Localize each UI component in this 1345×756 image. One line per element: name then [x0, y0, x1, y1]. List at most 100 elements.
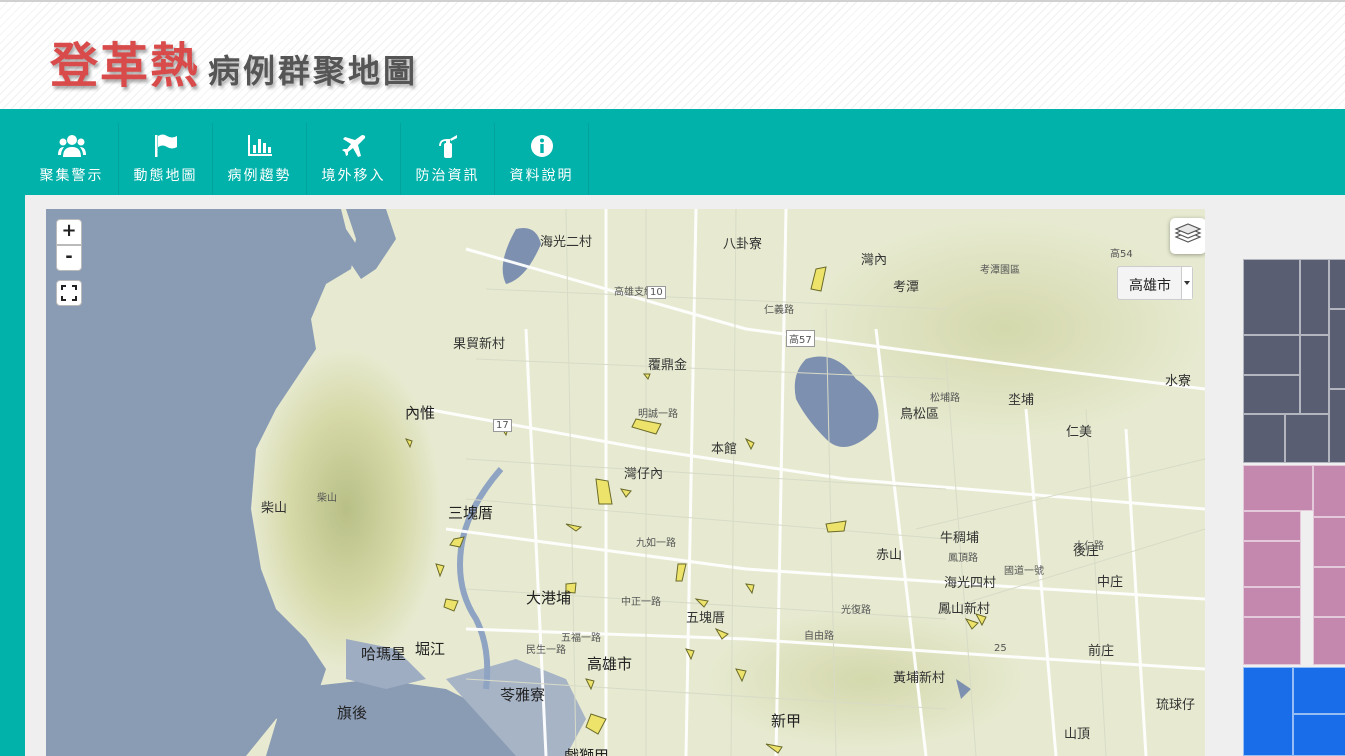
map-label: 戲獅甲	[564, 747, 610, 756]
main-navbar: 聚集警示 動態地圖 病例趨勢 境外移入 防治資訊 資料說明	[0, 109, 1345, 195]
nav-item-dynamic-map[interactable]: 動態地圖	[119, 123, 213, 195]
map-label: 內惟	[405, 404, 436, 422]
treemap-cell[interactable]	[1243, 375, 1300, 414]
info-icon	[530, 135, 553, 157]
treemap-cell[interactable]	[1243, 511, 1301, 541]
map-label: 新甲	[771, 712, 802, 730]
zoom-out-button[interactable]: -	[56, 245, 82, 271]
site-logo[interactable]: 登革熱 病例群聚地圖	[50, 26, 418, 96]
treemap-cell[interactable]	[1313, 517, 1345, 567]
street-label: 鳳頂路	[948, 553, 978, 564]
map-label: 中庄	[1097, 575, 1124, 590]
flag-icon	[154, 134, 177, 157]
nav-item-label: 聚集警示	[39, 168, 104, 184]
treemap-cell[interactable]	[1293, 714, 1345, 756]
treemap-cell[interactable]	[1329, 259, 1345, 309]
street-label: 國道一號	[1004, 566, 1044, 577]
treemap-cell[interactable]	[1243, 587, 1301, 617]
map-label: 赤山	[876, 548, 903, 563]
street-label: 光復路	[841, 605, 871, 616]
treemap-cell[interactable]	[1329, 389, 1345, 463]
map-label: 考潭	[893, 280, 920, 295]
nav-item-label: 動態地圖	[133, 168, 198, 184]
map-label: 大港埔	[526, 589, 572, 607]
street-label: 民生一路	[526, 645, 566, 656]
header-banner: 登革熱 病例群聚地圖	[0, 2, 1345, 109]
map-label: 八卦寮	[723, 237, 763, 252]
treemap-cell[interactable]	[1243, 335, 1300, 375]
treemap-cell[interactable]	[1313, 617, 1345, 665]
cluster-map[interactable]: 海光二村 八卦寮 灣內 考潭 果貿新村 覆鼎金 內惟 本館 鳥松區 坔埔 仁美 …	[46, 209, 1205, 756]
map-label: 堀江	[415, 640, 446, 658]
map-label: 三塊厝	[448, 504, 494, 522]
plane-icon	[341, 135, 365, 157]
treemap-cell[interactable]	[1243, 617, 1301, 665]
street-label: 九如一路	[636, 538, 676, 549]
zoom-in-button[interactable]: +	[56, 219, 82, 245]
treemap-cell[interactable]	[1243, 259, 1300, 335]
road-number: 高57	[786, 330, 815, 347]
map-label: 果貿新村	[453, 337, 506, 352]
treemap-cell[interactable]	[1293, 667, 1345, 714]
map-label: 海光四村	[944, 576, 997, 591]
fire-extinguisher-icon	[438, 135, 457, 158]
chevron-down-icon	[1181, 267, 1192, 299]
map-label: 鳳山新村	[938, 602, 991, 617]
nav-item-label: 病例趨勢	[227, 168, 292, 184]
street-label: 五福一路	[561, 633, 601, 644]
street-label: 考潭園區	[980, 265, 1020, 276]
map-label: 五塊厝	[686, 611, 726, 626]
treemap-cell[interactable]	[1313, 567, 1345, 617]
map-label: 琉球仔	[1156, 698, 1196, 713]
logo-title-main: 登革熱	[50, 38, 201, 94]
nav-item-label: 防治資訊	[415, 168, 480, 184]
map-label: 覆鼎金	[648, 358, 688, 373]
nav-item-data-description[interactable]: 資料說明	[495, 123, 589, 195]
fullscreen-icon	[61, 285, 77, 301]
treemap-cell[interactable]	[1243, 414, 1285, 463]
case-treemap[interactable]	[1243, 259, 1345, 756]
treemap-cell[interactable]	[1243, 541, 1301, 587]
users-icon	[57, 135, 86, 157]
map-label: 坔埔	[1008, 393, 1035, 408]
map-label: 鳥松區	[900, 407, 940, 422]
logo-title-sub: 病例群聚地圖	[208, 52, 419, 90]
nav-item-imported-cases[interactable]: 境外移入	[307, 123, 401, 195]
road-number: 17	[493, 419, 512, 432]
nav-item-cluster-alert[interactable]: 聚集警示	[25, 123, 119, 195]
treemap-cell[interactable]	[1243, 667, 1293, 756]
map-label: 柴山	[317, 493, 337, 504]
map-label: 牛稠埔	[940, 531, 980, 546]
map-label: 高雄市	[587, 655, 633, 673]
nav-menu: 聚集警示 動態地圖 病例趨勢 境外移入 防治資訊 資料說明	[25, 123, 589, 195]
layers-icon	[1174, 223, 1202, 243]
left-accent-band	[0, 195, 25, 756]
treemap-cell[interactable]	[1300, 335, 1329, 414]
map-label: 旗後	[337, 704, 368, 722]
treemap-cell[interactable]	[1243, 465, 1313, 511]
bar-chart-icon	[247, 135, 272, 156]
nav-item-label: 境外移入	[321, 168, 386, 184]
map-label: 山頂	[1064, 727, 1091, 742]
map-label: 灣仔內	[624, 467, 664, 482]
treemap-cell[interactable]	[1313, 465, 1345, 517]
map-label: 黃埔新村	[893, 671, 946, 686]
map-label: 哈瑪星	[361, 645, 407, 663]
street-label: 自由路	[804, 631, 834, 642]
nav-item-prevention-info[interactable]: 防治資訊	[401, 123, 495, 195]
street-label: 仁義路	[764, 305, 794, 316]
treemap-cell[interactable]	[1300, 259, 1329, 335]
treemap-cell[interactable]	[1329, 309, 1345, 389]
road-number: 10	[647, 286, 666, 299]
treemap-cell[interactable]	[1285, 414, 1329, 463]
nav-item-label: 資料說明	[509, 168, 574, 184]
nav-item-case-trend[interactable]: 病例趨勢	[213, 123, 307, 195]
map-label: 海光二村	[540, 235, 593, 250]
map-label: 柴山	[261, 501, 288, 516]
city-select[interactable]: 高雄市	[1117, 266, 1193, 300]
road-number: 25	[994, 643, 1007, 654]
map-label: 仁美	[1066, 425, 1093, 440]
layer-switcher-button[interactable]	[1170, 218, 1205, 254]
fullscreen-button[interactable]	[56, 280, 82, 306]
map-label: 苓雅寮	[500, 686, 546, 704]
